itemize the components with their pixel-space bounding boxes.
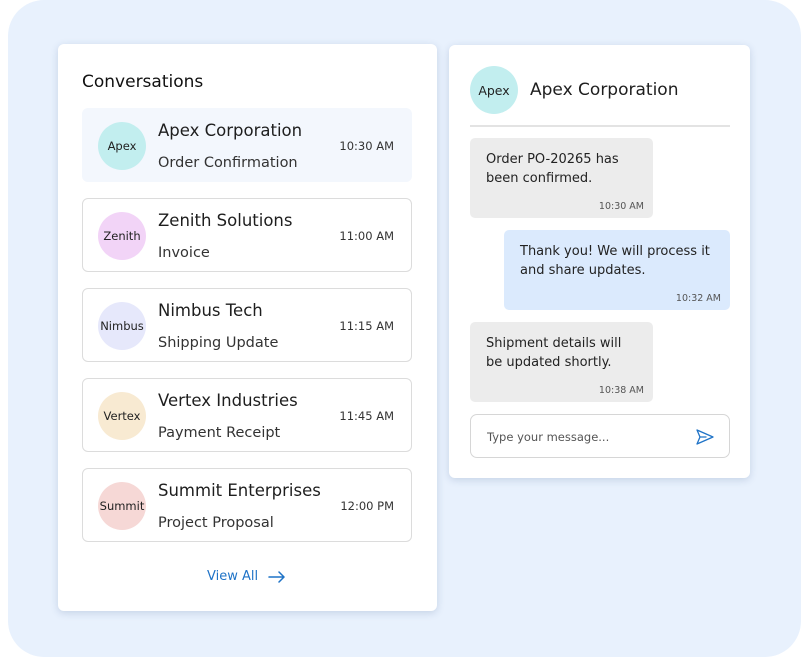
message-input[interactable] — [485, 426, 679, 448]
send-icon[interactable] — [695, 427, 715, 447]
message-text: Thank you! We will process it and share … — [520, 244, 710, 278]
conversation-subject: Invoice — [158, 245, 210, 261]
conversation-item-summit[interactable]: Summit Summit Enterprises Project Propos… — [82, 468, 412, 542]
conversation-name: Vertex Industries — [158, 391, 298, 410]
message-composer — [470, 414, 730, 458]
conversation-time: 11:45 AM — [339, 409, 394, 423]
conversation-time: 11:00 AM — [339, 229, 394, 243]
message-time: 10:38 AM — [598, 385, 644, 396]
conversation-subject: Shipping Update — [158, 335, 279, 351]
conversation-subject: Payment Receipt — [158, 425, 281, 441]
conversation-subject: Order Confirmation — [158, 155, 298, 171]
message-time: 10:30 AM — [598, 201, 644, 212]
message-text: Order PO-20265 has been confirmed. — [486, 152, 619, 186]
conversation-item-apex[interactable]: Apex Apex Corporation Order Confirmation… — [82, 108, 412, 182]
arrow-right-icon — [268, 570, 285, 583]
conversation-time: 10:30 AM — [339, 139, 394, 153]
conversation-name: Summit Enterprises — [158, 481, 321, 500]
message-bubble-outgoing: Thank you! We will process it and share … — [504, 230, 730, 310]
conversation-name: Nimbus Tech — [158, 301, 263, 320]
avatar: Zenith — [98, 212, 146, 260]
conversation-time: 11:15 AM — [339, 319, 394, 333]
chat-divider — [470, 125, 730, 127]
conversation-time: 12:00 PM — [340, 499, 394, 513]
conversation-name: Zenith Solutions — [158, 211, 293, 230]
message-bubble-incoming: Order PO-20265 has been confirmed. 10:30… — [470, 138, 653, 218]
avatar: Apex — [98, 122, 146, 170]
chat-contact-name: Apex Corporation — [530, 80, 679, 100]
chat-avatar: Apex — [470, 66, 518, 114]
avatar: Summit — [98, 482, 146, 530]
conversation-name: Apex Corporation — [158, 121, 303, 140]
avatar: Nimbus — [98, 302, 146, 350]
conversation-item-vertex[interactable]: Vertex Vertex Industries Payment Receipt… — [82, 378, 412, 452]
message-text: Shipment details will be updated shortly… — [486, 336, 622, 370]
message-bubble-incoming: Shipment details will be updated shortly… — [470, 322, 653, 402]
conversation-subject: Project Proposal — [158, 515, 274, 531]
view-all-label: View All — [207, 569, 259, 584]
view-all-link[interactable]: View All — [207, 569, 286, 584]
chat-panel: Apex Apex Corporation Order PO-20265 has… — [449, 45, 750, 478]
conversation-item-nimbus[interactable]: Nimbus Nimbus Tech Shipping Update 11:15… — [82, 288, 412, 362]
avatar: Vertex — [98, 392, 146, 440]
conversations-title: Conversations — [82, 72, 204, 92]
conversation-item-zenith[interactable]: Zenith Zenith Solutions Invoice 11:00 AM — [82, 198, 412, 272]
conversations-panel: Conversations Apex Apex Corporation Orde… — [58, 44, 437, 611]
message-time: 10:32 AM — [675, 293, 721, 304]
